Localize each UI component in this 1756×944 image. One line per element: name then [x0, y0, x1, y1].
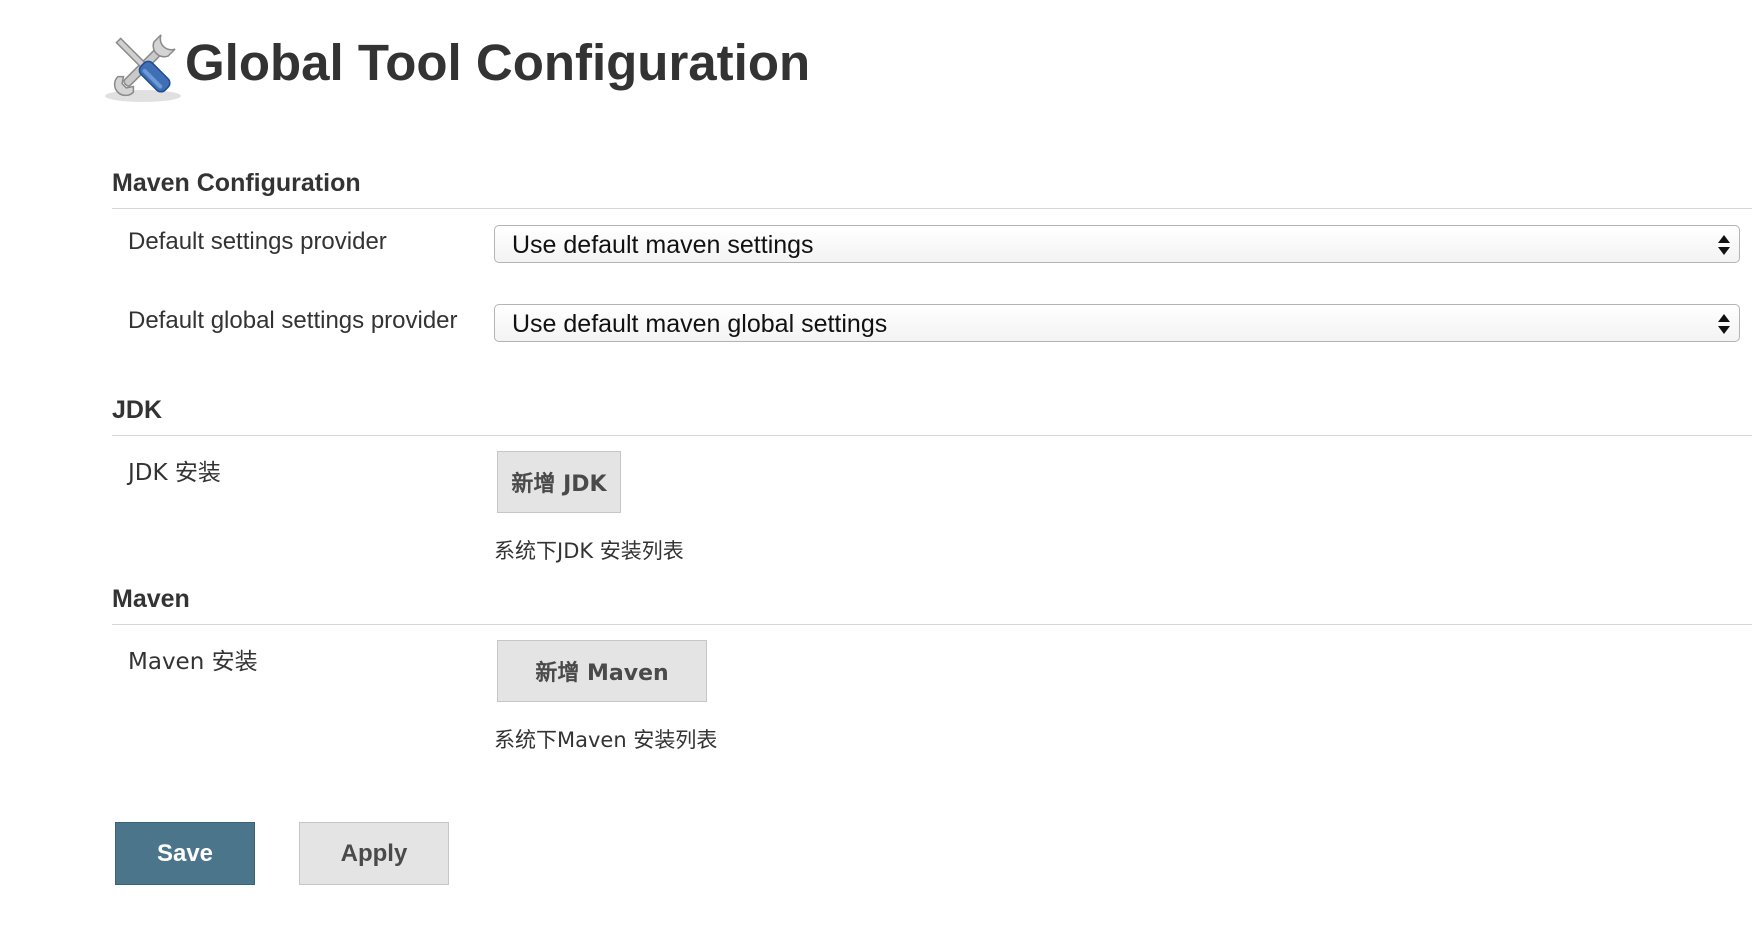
- apply-button[interactable]: Apply: [299, 822, 449, 885]
- default-global-settings-provider-label: Default global settings provider: [128, 307, 458, 334]
- default-global-settings-provider-select[interactable]: Use default maven global settings: [494, 304, 1740, 342]
- section-divider: [112, 624, 1752, 625]
- global-tool-configuration-page: Global Tool Configuration Maven Configur…: [0, 0, 1756, 944]
- jdk-installations-label: JDK 安装: [128, 460, 221, 486]
- save-button[interactable]: Save: [115, 822, 255, 885]
- maven-installations-hint: 系统下Maven 安装列表: [494, 728, 718, 752]
- default-settings-provider-select[interactable]: Use default maven settings: [494, 225, 1740, 263]
- default-global-settings-provider-value: Use default maven global settings: [512, 310, 888, 338]
- maven-heading: Maven: [112, 585, 190, 613]
- section-divider: [112, 435, 1752, 436]
- maven-configuration-heading: Maven Configuration: [112, 169, 361, 197]
- default-settings-provider-value: Use default maven settings: [512, 231, 814, 259]
- page-title: Global Tool Configuration: [185, 33, 811, 91]
- tools-icon: [103, 26, 185, 106]
- select-arrows-icon: [1717, 233, 1731, 257]
- maven-installations-label: Maven 安装: [128, 649, 258, 675]
- section-divider: [112, 208, 1752, 209]
- add-jdk-button[interactable]: 新增 JDK: [497, 451, 621, 513]
- jdk-installations-hint: 系统下JDK 安装列表: [494, 539, 684, 563]
- add-maven-button[interactable]: 新增 Maven: [497, 640, 707, 702]
- jdk-heading: JDK: [112, 396, 163, 424]
- select-arrows-icon: [1717, 312, 1731, 336]
- default-settings-provider-label: Default settings provider: [128, 228, 387, 255]
- page-header: Global Tool Configuration: [103, 26, 810, 106]
